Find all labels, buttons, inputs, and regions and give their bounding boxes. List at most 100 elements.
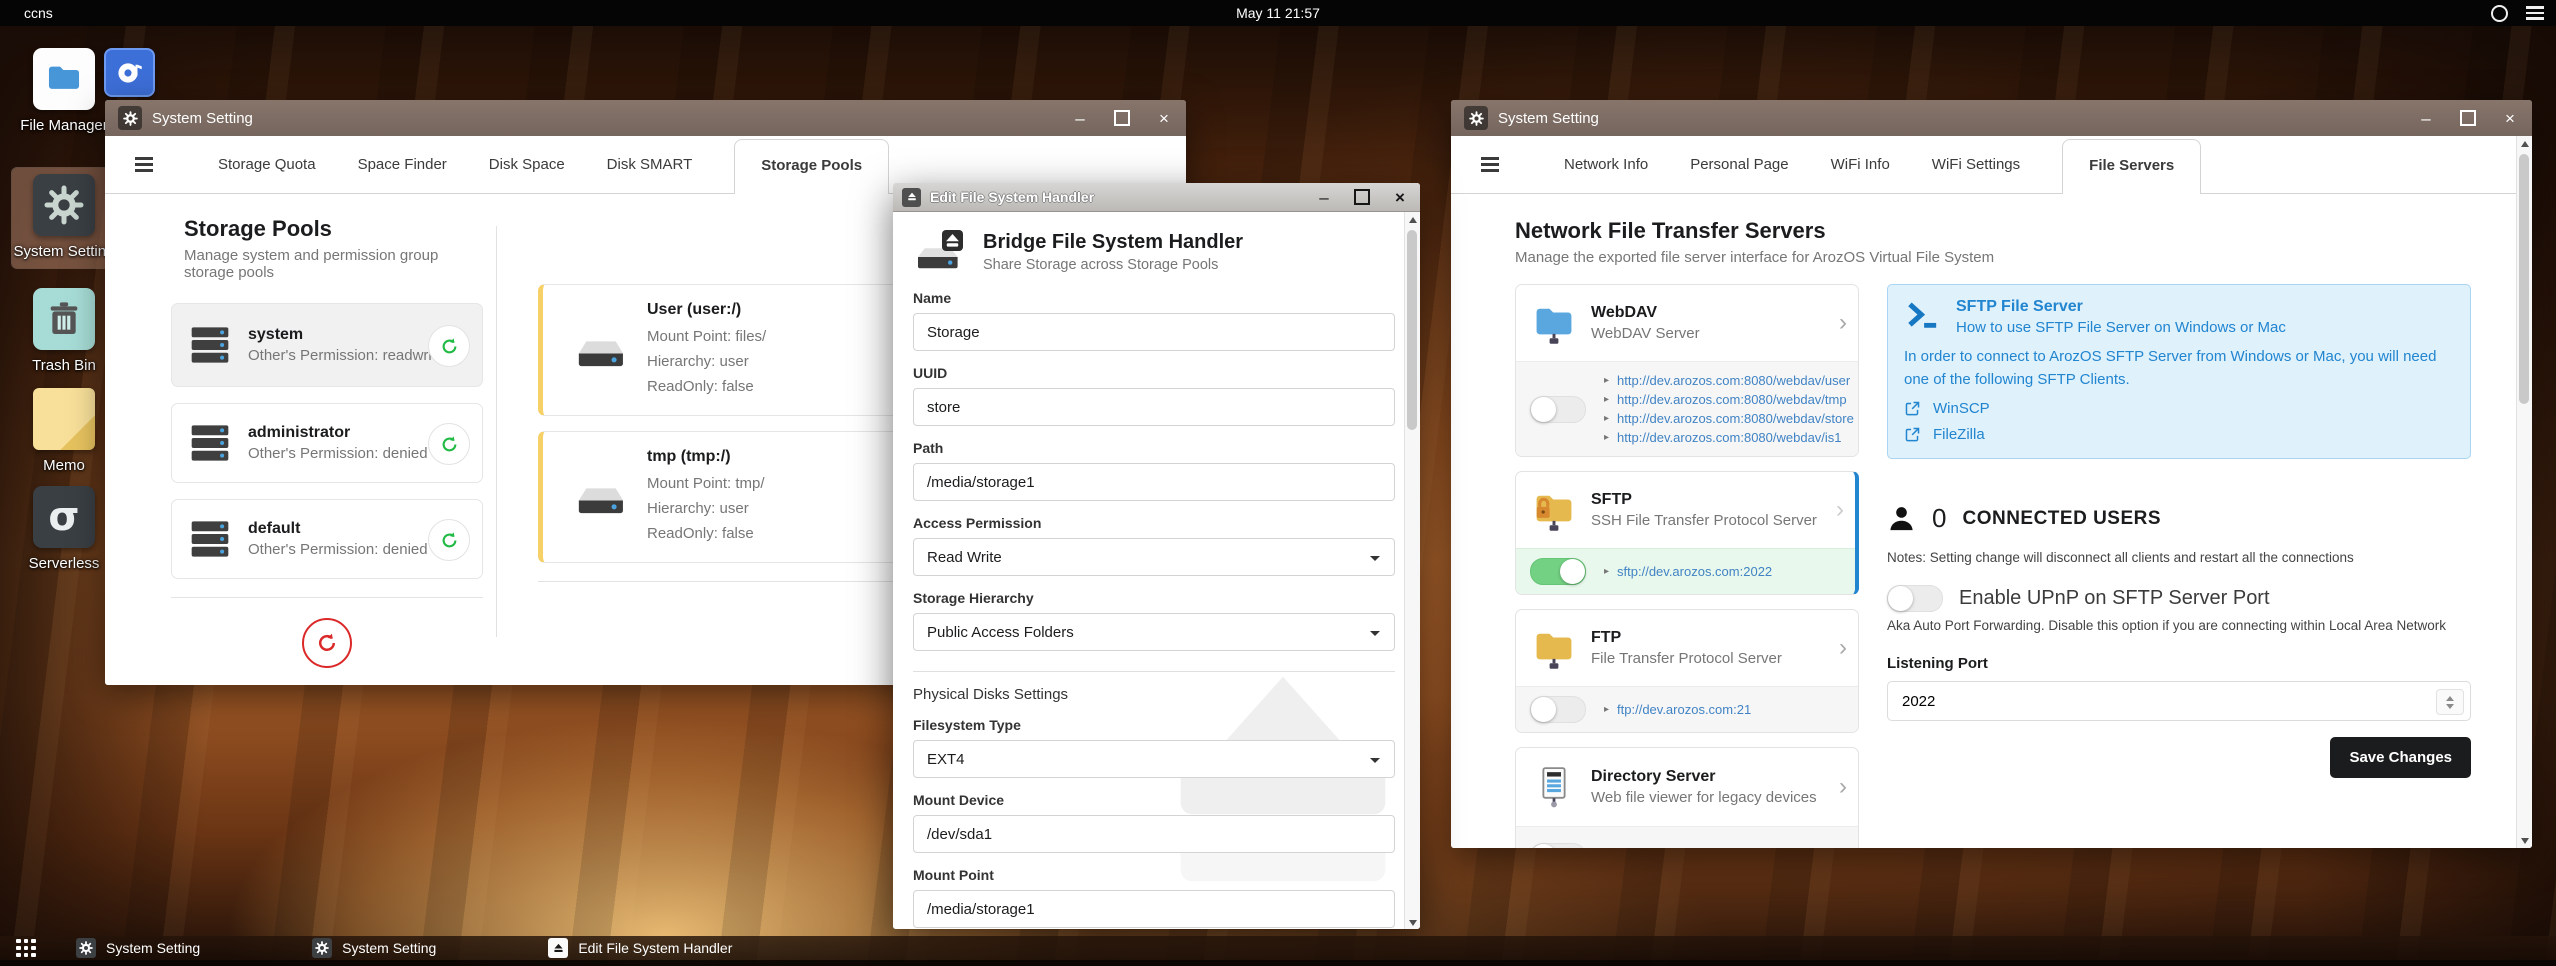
- sidebar-menu-icon[interactable]: [1481, 158, 1499, 171]
- pool-sync-button[interactable]: [428, 519, 470, 561]
- info-subtitle: How to use SFTP File Server on Windows o…: [1956, 319, 2286, 336]
- uuid-label: UUID: [913, 365, 948, 381]
- desktop-icon-serverless[interactable]: σ Serverless: [12, 486, 116, 573]
- client-label[interactable]: FileZilla: [1933, 426, 1985, 443]
- tab-space-finder[interactable]: Space Finder: [358, 156, 447, 173]
- tab-disk-smart[interactable]: Disk SMART: [607, 156, 693, 173]
- terminal-icon: [1908, 302, 1937, 328]
- scroll-up-icon[interactable]: [1408, 213, 1417, 223]
- chevron-right-icon[interactable]: ›: [1839, 634, 1847, 662]
- sftp-link[interactable]: sftp://dev.arozos.com:2022: [1617, 562, 1772, 581]
- bullet-icon: ▸: [1604, 432, 1610, 443]
- access-permission-select[interactable]: Read Write: [913, 538, 1395, 576]
- sync-icon: [440, 337, 459, 356]
- desktop-icon-system-setting[interactable]: System Setting: [11, 167, 117, 269]
- tab-wifi-info[interactable]: WiFi Info: [1831, 156, 1890, 173]
- server-card-directory[interactable]: Directory Server Web file viewer for leg…: [1515, 747, 1859, 848]
- scrollbar-thumb[interactable]: [1407, 230, 1417, 430]
- path-input[interactable]: [913, 463, 1395, 501]
- webdav-link[interactable]: http://dev.arozos.com:8080/webdav/user: [1617, 371, 1850, 390]
- window-scrollbar[interactable]: [2516, 136, 2532, 848]
- pool-sync-button[interactable]: [428, 423, 470, 465]
- server-card-webdav[interactable]: WebDAV WebDAV Server › ▸ http://dev.arozo…: [1515, 284, 1859, 457]
- server-card-sftp[interactable]: SFTP SSH File Transfer Protocol Server ›…: [1515, 471, 1859, 595]
- dialog-edit-file-system-handler: Edit File System Handler – × Bridge File…: [893, 183, 1420, 929]
- minimize-button[interactable]: –: [1072, 110, 1088, 127]
- tab-disk-space[interactable]: Disk Space: [489, 156, 565, 173]
- webdav-link[interactable]: http://dev.arozos.com:8080/webdav/is1: [1617, 428, 1842, 447]
- external-link-icon: [1904, 400, 1921, 417]
- webdav-link[interactable]: http://dev.arozos.com:8080/webdav/store: [1617, 409, 1854, 428]
- physical-disks-section-title: Physical Disks Settings: [913, 686, 1069, 703]
- storage-hierarchy-select[interactable]: Public Access Folders: [913, 613, 1395, 651]
- name-input[interactable]: [913, 313, 1395, 351]
- pool-card-administrator[interactable]: administrator Other's Permission: denied: [171, 403, 483, 483]
- sidebar-menu-icon[interactable]: [135, 158, 153, 171]
- spinner-down-icon[interactable]: [2446, 703, 2454, 713]
- spinner-up-icon[interactable]: [2446, 692, 2454, 701]
- tab-file-servers[interactable]: File Servers: [2062, 139, 2202, 194]
- chevron-right-icon[interactable]: ›: [1839, 773, 1847, 801]
- pool-sync-button[interactable]: [428, 325, 470, 367]
- page-subtitle: Manage the exported file server interfac…: [1515, 249, 1995, 266]
- close-button[interactable]: ×: [1156, 110, 1172, 127]
- maximize-button[interactable]: [2460, 110, 2476, 126]
- directory-toggle[interactable]: [1530, 842, 1586, 848]
- tab-network-info[interactable]: Network Info: [1564, 156, 1648, 173]
- chevron-right-icon[interactable]: ›: [1839, 309, 1847, 337]
- menu-icon[interactable]: [2526, 7, 2544, 19]
- server-card-ftp[interactable]: FTP File Transfer Protocol Server › ▸ ftp…: [1515, 609, 1859, 733]
- scroll-up-icon[interactable]: [2520, 137, 2529, 147]
- maximize-button[interactable]: [1354, 189, 1370, 205]
- status-ring-icon[interactable]: [2491, 4, 2508, 22]
- pool-card-default[interactable]: default Other's Permission: denied: [171, 499, 483, 579]
- gear-icon: [79, 941, 93, 955]
- minimize-button[interactable]: –: [2418, 110, 2434, 127]
- ftp-link[interactable]: ftp://dev.arozos.com:21: [1617, 700, 1751, 719]
- desktop-icon-trash-bin[interactable]: Trash Bin: [12, 288, 116, 375]
- tab-wifi-settings[interactable]: WiFi Settings: [1932, 156, 2020, 173]
- save-changes-button[interactable]: Save Changes: [2330, 737, 2471, 778]
- pool-card-system[interactable]: system Other's Permission: readwrite: [171, 303, 483, 387]
- close-button[interactable]: ×: [2502, 110, 2518, 127]
- scrollbar-thumb[interactable]: [2519, 154, 2529, 404]
- tab-storage-quota[interactable]: Storage Quota: [218, 156, 316, 173]
- webdav-link[interactable]: http://dev.arozos.com:8080/webdav/tmp: [1617, 390, 1847, 409]
- taskbar-item-system-setting-2[interactable]: System Setting: [312, 938, 436, 958]
- mount-device-label: Mount Device: [913, 792, 1005, 808]
- maximize-button[interactable]: [1114, 110, 1130, 126]
- close-button[interactable]: ×: [1392, 189, 1408, 206]
- mount-device-input[interactable]: [913, 815, 1395, 853]
- app-launcher-icon[interactable]: [16, 938, 36, 958]
- listening-port-input[interactable]: [1887, 681, 2471, 721]
- client-link-winscp[interactable]: WinSCP: [1904, 400, 2454, 417]
- webdav-toggle[interactable]: [1530, 395, 1586, 423]
- desktop-icon-memo[interactable]: Memo: [12, 388, 116, 475]
- window-titlebar[interactable]: System Setting – ×: [105, 100, 1186, 136]
- tab-personal-page[interactable]: Personal Page: [1690, 156, 1788, 173]
- dialog-titlebar[interactable]: Edit File System Handler – ×: [893, 183, 1420, 212]
- client-label[interactable]: WinSCP: [1933, 400, 1990, 417]
- refresh-pools-button[interactable]: [302, 618, 352, 668]
- chevron-right-icon[interactable]: ›: [1836, 496, 1844, 524]
- dialog-scrollbar[interactable]: [1404, 212, 1420, 929]
- desktop-icon-music-app[interactable]: [104, 48, 155, 97]
- number-spinner[interactable]: [2436, 689, 2464, 715]
- window-titlebar[interactable]: System Setting – ×: [1451, 100, 2532, 136]
- gear-icon: [1469, 111, 1484, 126]
- filesystem-type-select[interactable]: EXT4: [913, 740, 1395, 778]
- scroll-down-icon[interactable]: [1408, 919, 1417, 930]
- mount-point-input[interactable]: [913, 890, 1395, 928]
- fsh-mount-point: Mount Point: files/: [647, 328, 767, 345]
- desktop-icon-file-manager[interactable]: File Manager: [12, 48, 116, 135]
- uuid-input[interactable]: [913, 388, 1395, 426]
- ftp-toggle[interactable]: [1530, 696, 1586, 723]
- minimize-button[interactable]: –: [1316, 189, 1332, 206]
- sftp-toggle[interactable]: [1530, 558, 1586, 585]
- taskbar-item-system-setting-1[interactable]: System Setting: [76, 938, 200, 958]
- taskbar-item-edit-file-system-handler[interactable]: Edit File System Handler: [548, 938, 732, 958]
- scroll-down-icon[interactable]: [2520, 837, 2529, 848]
- client-link-filezilla[interactable]: FileZilla: [1904, 426, 2454, 443]
- tab-storage-pools[interactable]: Storage Pools: [734, 139, 890, 194]
- upnp-toggle[interactable]: [1887, 585, 1943, 612]
